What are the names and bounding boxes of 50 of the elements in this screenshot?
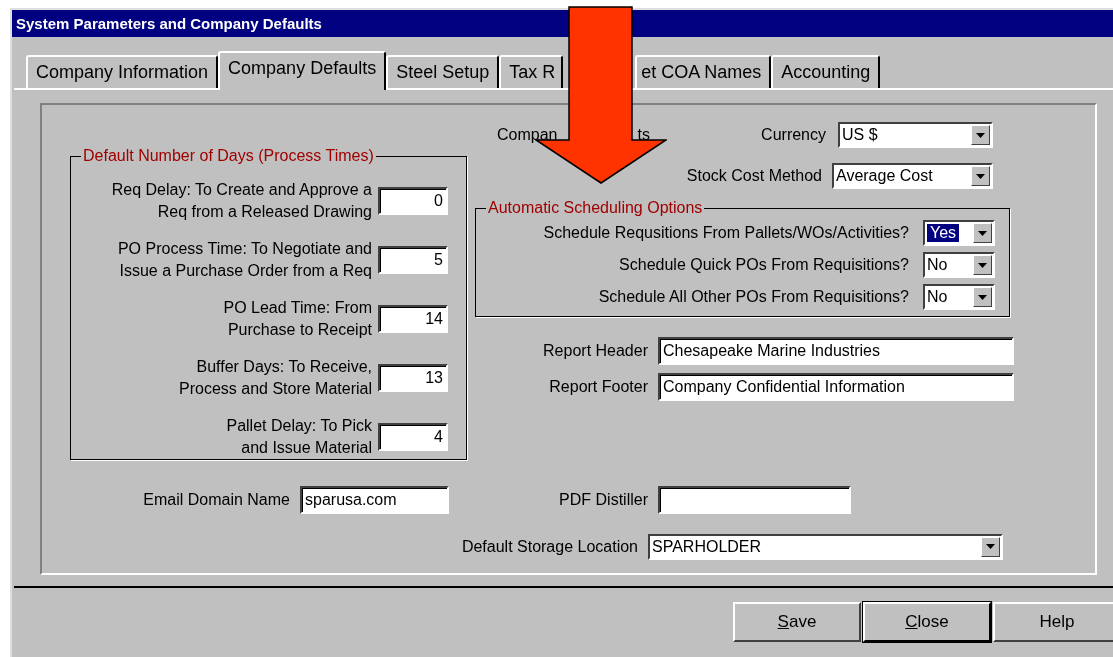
days-field[interactable]: 13 xyxy=(378,363,448,392)
tab[interactable]: Tax R xyxy=(499,55,564,88)
tab[interactable]: et COA Names xyxy=(635,55,772,88)
tab[interactable]: Company Information xyxy=(26,55,219,88)
group-title: Automatic Scheduling Options xyxy=(487,199,704,217)
option-label: Schedule Quick POs From Requisitions? xyxy=(619,256,909,274)
dialog-button[interactable]: Save xyxy=(733,602,861,642)
dropdown-arrow-icon xyxy=(978,262,987,268)
days-field[interactable]: 5 xyxy=(378,245,448,274)
field-label: Pallet Delay: To Pick and Issue Material xyxy=(226,415,372,458)
field-label: Report Footer xyxy=(548,378,648,396)
tab[interactable]: Company Defaults xyxy=(218,51,387,90)
dialog-button[interactable]: Close xyxy=(863,602,991,642)
option-label: Schedule All Other POs From Requisitions? xyxy=(598,288,909,306)
field-label: Report Header xyxy=(542,342,648,360)
window-title: System Parameters and Company Defaults xyxy=(12,10,1113,37)
pdf-distiller-field[interactable] xyxy=(658,486,851,515)
field-label: Email Domain Name xyxy=(142,491,290,510)
days-field[interactable]: 14 xyxy=(378,304,448,333)
email-domain-field[interactable]: sparusa.com xyxy=(300,486,449,515)
field-label: Stock Cost Method xyxy=(686,167,822,185)
field-label: Req Delay: To Create and Approve a Req from a Released Drawing xyxy=(111,179,372,222)
storage-location-dropdown[interactable]: SPARHOLDER xyxy=(648,533,1003,560)
yes-no-dropdown[interactable]: Yes xyxy=(923,220,995,246)
dropdown-arrow-icon xyxy=(978,230,987,236)
report-header-field[interactable]: Chesapeake Marine Industries xyxy=(658,337,1014,365)
tab[interactable]: Steel Setup xyxy=(386,55,500,88)
days-field[interactable]: 0 xyxy=(378,186,448,215)
dropdown-arrow-icon xyxy=(978,294,987,300)
group-title: Default Number of Days (Process Times) xyxy=(82,147,375,165)
tab[interactable]: Accounting xyxy=(771,55,881,88)
field-label: PO Process Time: To Negotiate and Issue a Purchase Order from a Req xyxy=(117,238,372,281)
report-footer-field[interactable]: Company Confidential Information xyxy=(658,373,1014,401)
section-label: ts xyxy=(637,126,650,144)
field-label: Currency xyxy=(761,126,826,144)
yes-no-dropdown[interactable]: No xyxy=(923,252,995,278)
dropdown-arrow-icon xyxy=(976,132,985,138)
stock-cost-dropdown[interactable]: Average Cost xyxy=(832,163,993,189)
yes-no-dropdown[interactable]: No xyxy=(923,284,995,310)
field-label: PO Lead Time: From Purchase to Receipt xyxy=(223,297,372,340)
dropdown-arrow-icon xyxy=(976,173,985,179)
dropdown-arrow-icon xyxy=(986,544,995,550)
dialog-button[interactable]: Help xyxy=(993,602,1113,642)
option-label: Schedule Requsitions From Pallets/WOs/Activities? xyxy=(543,224,909,242)
currency-dropdown[interactable]: US $ xyxy=(838,122,993,148)
field-label: Buffer Days: To Receive, Process and Store Material xyxy=(179,356,372,399)
section-label: Compan xyxy=(497,126,558,144)
days-field[interactable]: 4 xyxy=(378,422,448,451)
field-label: Default Storage Location xyxy=(460,537,638,556)
field-label: PDF Distiller xyxy=(558,491,648,510)
